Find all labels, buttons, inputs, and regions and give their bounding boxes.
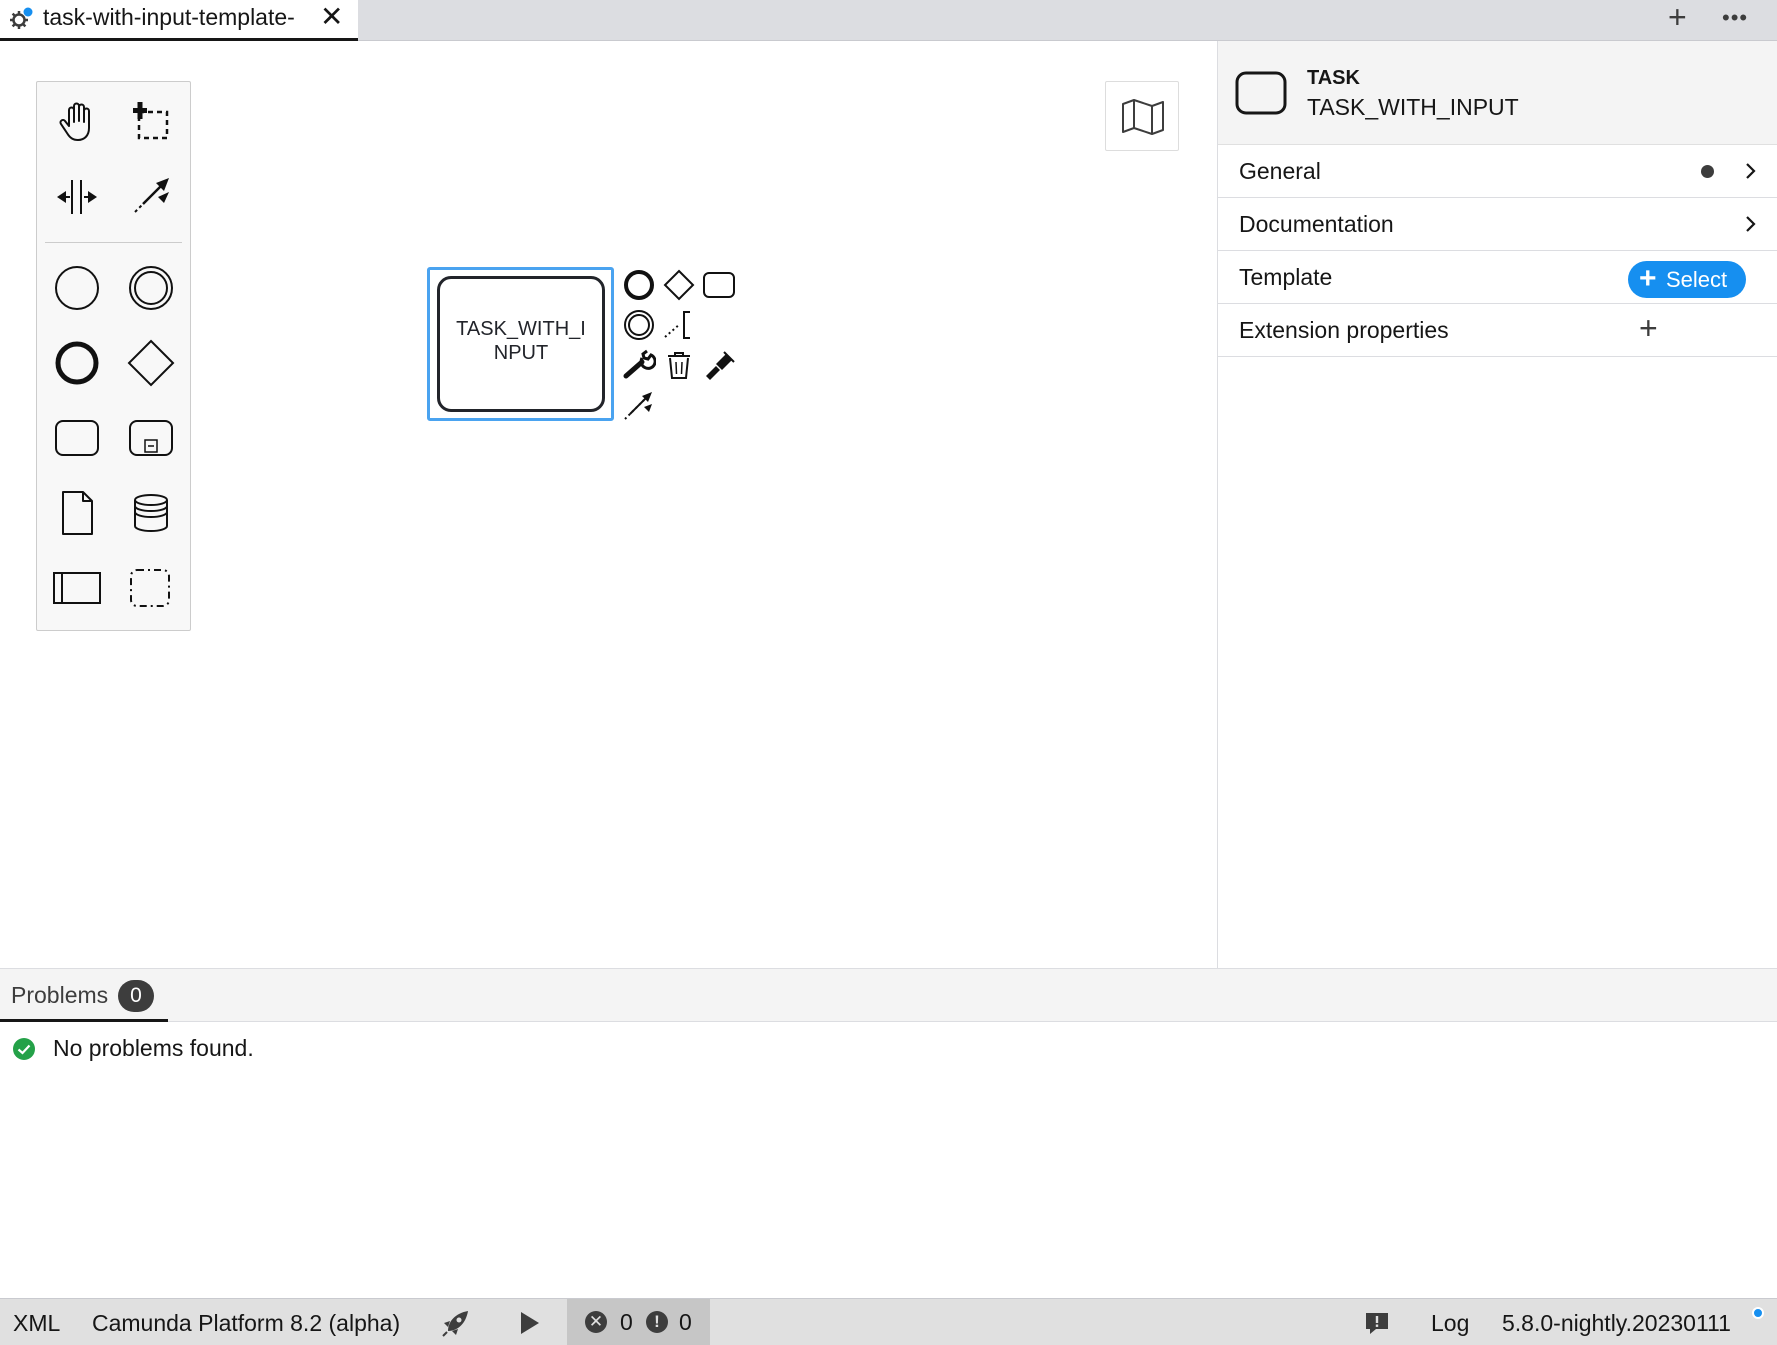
chevron-right-icon <box>1746 163 1756 179</box>
element-type: TASK <box>1307 67 1360 89</box>
linting-status-button[interactable]: ✕ 0 ! 0 <box>567 1299 710 1345</box>
group-label: General <box>1239 158 1321 184</box>
problems-list-item: No problems found. <box>0 1030 600 1070</box>
check-circle-icon <box>13 1038 35 1060</box>
hand-tool-icon[interactable] <box>51 96 103 148</box>
problems-message: No problems found. <box>53 1035 254 1061</box>
gear-icon <box>10 7 33 29</box>
data-object-icon[interactable] <box>51 487 103 539</box>
palette-separator <box>45 242 182 243</box>
group-label: Documentation <box>1239 211 1394 237</box>
app-version[interactable]: 5.8.0-nightly.20230111 <box>1502 1310 1731 1337</box>
properties-header: TASK TASK_WITH_INPUT <box>1218 41 1777 145</box>
properties-panel: TASK TASK_WITH_INPUT General Documentati… <box>1217 41 1777 968</box>
subprocess-icon[interactable] <box>125 412 177 464</box>
gateway-icon[interactable] <box>125 337 177 389</box>
group-extension-properties[interactable]: Extension properties + <box>1218 304 1777 357</box>
feedback-icon[interactable] <box>1364 1310 1390 1336</box>
wrench-icon[interactable] <box>622 348 656 382</box>
diagram-canvas[interactable]: TASK_WITH_I NPUT <box>0 41 1217 968</box>
group-documentation[interactable]: Documentation <box>1218 198 1777 251</box>
tab-task-with-input-template[interactable]: task-with-input-template- ✕ <box>0 0 358 41</box>
add-extension-property-button[interactable]: + <box>1639 310 1658 346</box>
palette <box>36 81 191 631</box>
group-template: Template + Select <box>1218 251 1777 304</box>
data-store-icon[interactable] <box>125 487 177 539</box>
pool-icon[interactable] <box>51 562 103 614</box>
map-icon <box>1122 99 1164 135</box>
append-gateway-icon[interactable] <box>662 268 696 302</box>
group-label: Extension properties <box>1239 317 1449 343</box>
start-event-icon[interactable] <box>51 262 103 314</box>
engine-version-button[interactable]: Camunda Platform 8.2 (alpha) <box>92 1310 400 1337</box>
tab-title: task-with-input-template- <box>43 4 295 30</box>
error-count: 0 <box>620 1309 633 1335</box>
problems-panel: Problems 0 No problems found. <box>0 968 1777 1298</box>
task-icon <box>1235 71 1287 115</box>
chevron-right-icon <box>1746 216 1756 232</box>
append-intermediate-event-icon[interactable] <box>622 308 656 342</box>
problems-count-badge: 0 <box>118 980 154 1012</box>
problems-tab-label: Problems <box>11 982 109 1008</box>
error-icon: ✕ <box>585 1311 607 1333</box>
task-icon[interactable] <box>51 412 103 464</box>
trash-icon[interactable] <box>662 348 696 382</box>
paint-brush-icon[interactable] <box>702 348 736 382</box>
warning-icon: ! <box>646 1311 668 1333</box>
select-template-button[interactable]: + Select <box>1628 261 1746 298</box>
group-label: Template <box>1239 264 1333 290</box>
rocket-icon[interactable] <box>440 1307 472 1339</box>
element-name: TASK_WITH_INPUT <box>1307 94 1519 120</box>
end-event-icon[interactable] <box>51 337 103 389</box>
text-annotation-icon[interactable] <box>662 308 696 342</box>
play-icon[interactable] <box>516 1309 542 1337</box>
task-label: TASK_WITH_I NPUT <box>456 318 586 364</box>
lasso-tool-icon[interactable] <box>125 96 177 148</box>
new-tab-button[interactable]: + <box>1668 1 1687 33</box>
connect-icon[interactable] <box>622 388 656 422</box>
xml-view-button[interactable]: XML <box>13 1310 60 1337</box>
log-button[interactable]: Log <box>1431 1310 1469 1337</box>
tab-problems[interactable]: Problems 0 <box>0 969 168 1022</box>
task-element[interactable]: TASK_WITH_I NPUT <box>437 276 605 412</box>
append-end-event-icon[interactable] <box>622 268 656 302</box>
append-task-icon[interactable] <box>702 268 736 302</box>
close-icon[interactable]: ✕ <box>320 1 343 33</box>
select-label: Select <box>1666 267 1728 292</box>
intermediate-event-icon[interactable] <box>125 262 177 314</box>
minimap-toggle[interactable] <box>1105 81 1179 151</box>
tab-bar: task-with-input-template- ✕ + ••• <box>0 0 1777 41</box>
status-bar: XML Camunda Platform 8.2 (alpha) ✕ 0 ! 0… <box>0 1298 1777 1345</box>
plus-icon: + <box>1639 262 1657 295</box>
data-marker-dot <box>1701 165 1714 178</box>
warning-count: 0 <box>679 1309 692 1335</box>
problems-tab-bar: Problems 0 <box>0 969 1777 1022</box>
space-tool-icon[interactable] <box>51 170 103 222</box>
group-icon[interactable] <box>125 562 177 614</box>
update-indicator-dot <box>1752 1307 1764 1319</box>
group-general[interactable]: General <box>1218 145 1777 198</box>
more-icon[interactable]: ••• <box>1722 2 1748 34</box>
global-connect-tool-icon[interactable] <box>125 170 177 222</box>
